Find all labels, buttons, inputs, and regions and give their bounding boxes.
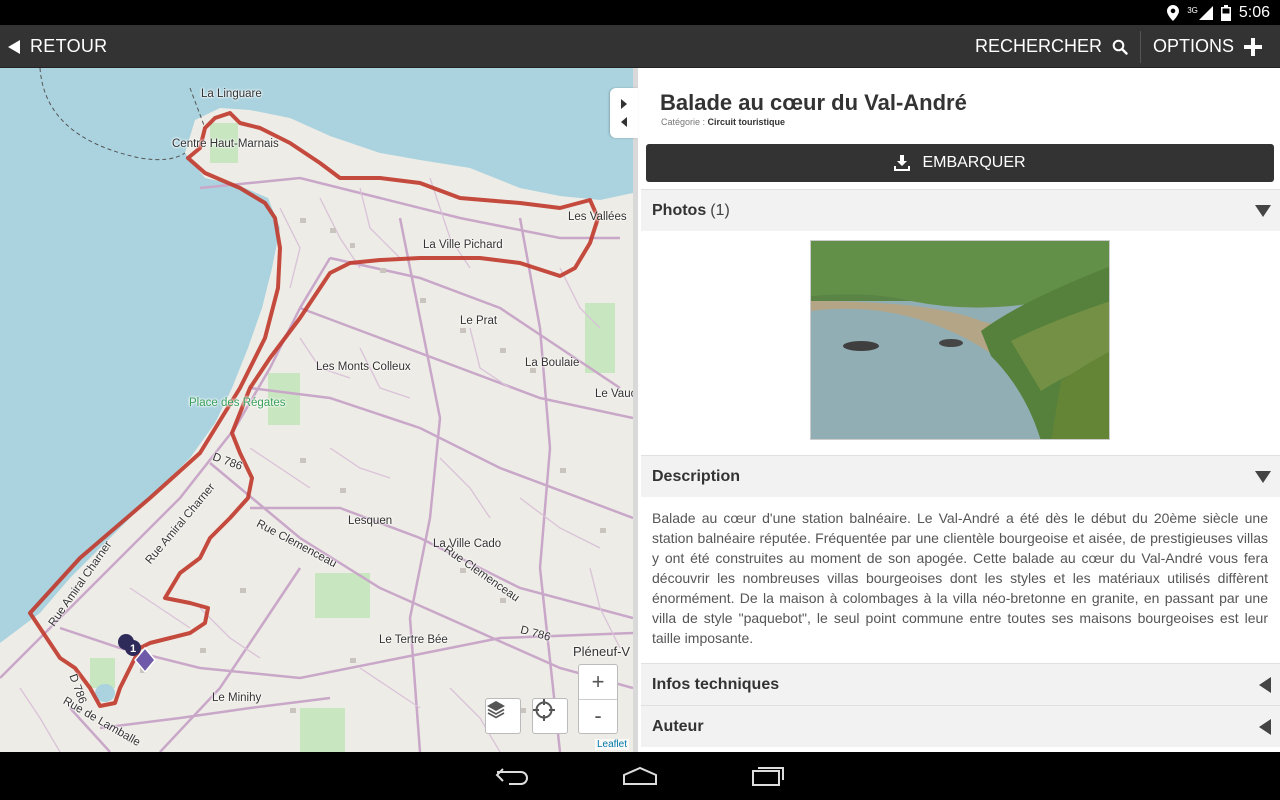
description-section-header[interactable]: Description [641,455,1280,497]
park-area [300,708,345,752]
section-title: Photos (1) [652,202,730,220]
status-bar: 3G 5:06 [0,0,1280,25]
description-text: Balade au cœur d'une station balnéaire. … [652,510,1268,646]
tech-info-section-header[interactable]: Infos techniques [641,663,1280,705]
map-label: La Boulaie [525,357,580,369]
category-label: Catégorie : [661,117,708,127]
embark-button[interactable]: EMBARQUER [646,144,1274,182]
search-button[interactable]: RECHERCHER [965,25,1138,68]
route-start-marker[interactable]: 1 [118,634,156,674]
photo-image [811,241,1109,439]
zoom-out-button[interactable]: - [579,698,617,734]
map-label: Pléneuf-V [573,644,631,659]
map-label: Le Minihy [212,692,262,704]
map-label: Les Monts Colleux [316,361,411,373]
map-label: Lesquen [348,515,393,527]
panel-toggle-tab[interactable] [610,88,638,138]
map-attribution-link[interactable]: Leaflet [594,739,629,750]
tech-info-label: Infos techniques [652,675,780,693]
nav-home-button[interactable] [616,756,664,796]
category-value: Circuit touristique [707,117,786,127]
map-label: Le Prat [460,315,498,327]
layers-button[interactable] [485,698,521,734]
map-label: La Ville Cado [433,538,502,550]
triangle-left-icon [1259,676,1271,693]
nav-back-button[interactable] [488,756,536,796]
embark-label: EMBARQUER [922,154,1026,171]
action-bar-actions: RECHERCHER OPTIONS [965,25,1272,68]
zoom-in-button[interactable]: + [579,665,617,699]
clock: 5:06 [1238,3,1270,21]
map-label: Le Tertre Bée [379,634,448,646]
zoom-control: + - [578,664,618,734]
map-view[interactable]: 1 La Linguare Centre Haut-Marnais Les Va… [0,68,633,752]
status-icons: 3G 5:06 [1167,0,1270,25]
park-area [315,573,370,618]
category-line: Catégorie : Circuit touristique [661,117,785,127]
action-bar-separator [1139,30,1141,63]
park-area [585,303,615,373]
map-label: Les Vallées [568,211,627,223]
layers-icon [487,701,505,719]
marker-number: 1 [130,643,136,655]
back-arrow-icon [8,39,20,54]
author-section-header[interactable]: Auteur [641,705,1280,747]
crosshair-icon [533,699,555,721]
search-label: RECHERCHER [974,36,1102,56]
recents-icon [752,767,784,786]
triangle-down-icon [1255,204,1271,217]
battery-icon [1220,4,1231,21]
map-canvas[interactable]: 1 [0,68,633,752]
photos-count: (1) [710,201,730,219]
page-title: Balade au cœur du Val-André [660,90,967,115]
search-icon [1112,39,1128,55]
options-label: OPTIONS [1152,36,1234,56]
map-label: La Linguare [201,88,262,100]
action-bar: RETOUR RECHERCHER OPTIONS [0,25,1280,68]
map-label: Centre Haut-Marnais [172,138,279,150]
nav-recents-button[interactable] [744,756,792,796]
detail-panel: Balade au cœur du Val-André Catégorie : … [633,68,1280,752]
home-icon [623,766,657,785]
locate-button[interactable] [532,698,568,734]
back-button[interactable]: RETOUR [8,25,107,68]
location-icon [1167,4,1180,21]
triangle-down-icon [1255,470,1271,483]
signal-icon: 3G [1187,5,1213,20]
park-area [90,658,115,688]
map-label: Place des Régates [189,397,286,409]
author-label: Auteur [652,717,704,735]
map-label: Le Vauc [595,388,633,400]
back-label: RETOUR [30,36,108,56]
system-nav-bar [0,752,1280,800]
description-label: Description [652,467,741,485]
download-icon [894,155,911,171]
photos-label: Photos [652,201,707,219]
map-label: La Ville Pichard [423,239,503,251]
chevron-left-icon [621,117,627,127]
network-type: 3G [1187,5,1198,15]
options-button[interactable]: OPTIONS [1143,25,1272,68]
triangle-left-icon [1259,718,1271,735]
photos-section-header[interactable]: Photos (1) [641,189,1280,231]
plus-icon [1244,37,1262,56]
route-photo[interactable] [810,240,1110,440]
chevron-right-icon [621,99,627,109]
back-icon [495,768,528,785]
